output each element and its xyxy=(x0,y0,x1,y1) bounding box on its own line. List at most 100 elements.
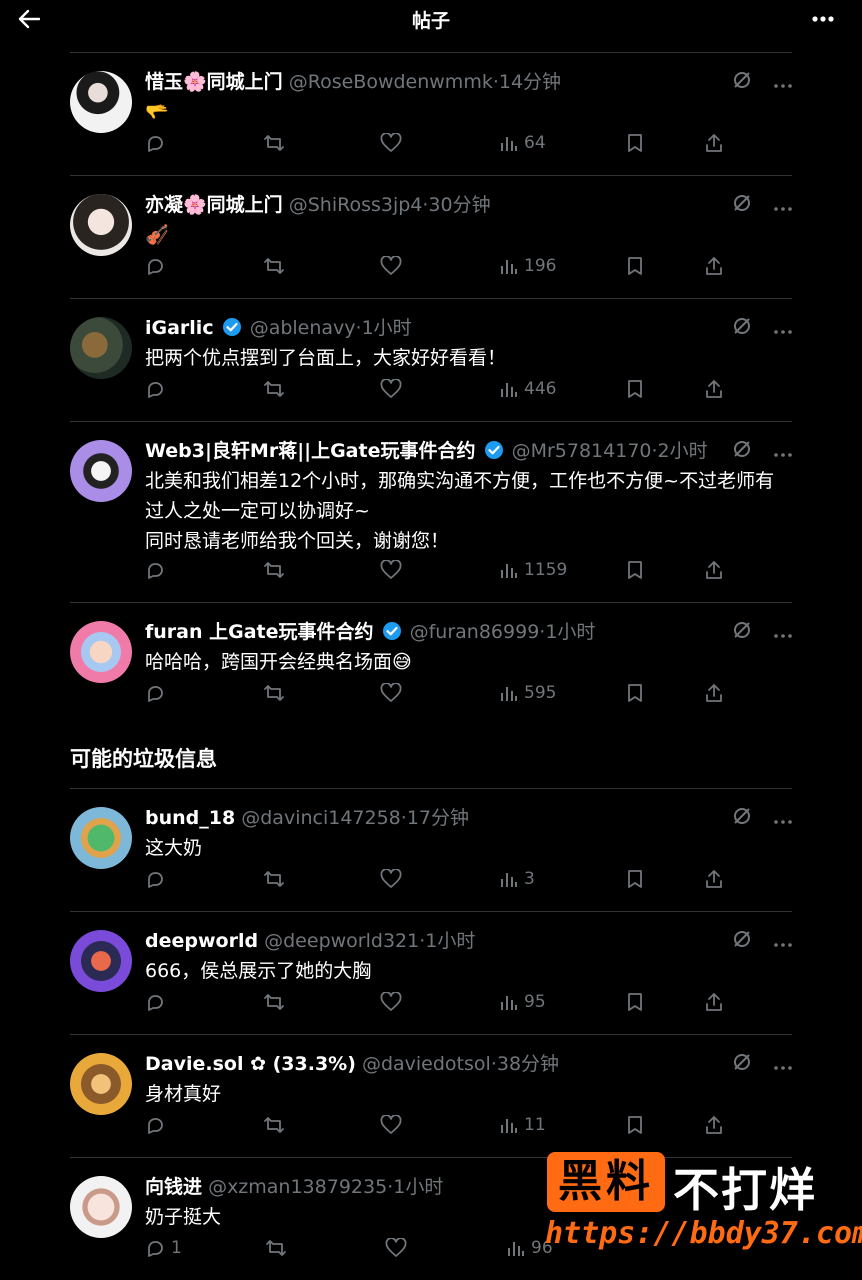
views-button[interactable]: 95 xyxy=(500,992,626,1012)
user-handle[interactable]: @davinci147258 xyxy=(241,807,401,829)
views-button[interactable]: 3 xyxy=(500,869,626,889)
retweet-button[interactable] xyxy=(263,133,381,153)
avatar[interactable] xyxy=(70,1053,132,1115)
like-button[interactable] xyxy=(380,1115,500,1135)
reply-button[interactable] xyxy=(145,379,263,399)
more-icon[interactable] xyxy=(774,196,792,215)
avatar[interactable] xyxy=(70,194,132,256)
grok-icon[interactable] xyxy=(732,70,752,94)
display-name[interactable]: iGarlic xyxy=(145,317,214,339)
grok-icon[interactable] xyxy=(732,193,752,217)
more-icon[interactable] xyxy=(774,932,792,951)
bookmark-button[interactable] xyxy=(626,133,704,153)
display-name[interactable]: Web3|良轩Mr蒋||上Gate玩事件合约 xyxy=(145,440,475,462)
retweet-button[interactable] xyxy=(263,683,381,703)
avatar[interactable] xyxy=(70,317,132,379)
like-button[interactable] xyxy=(385,1238,507,1258)
like-button[interactable] xyxy=(380,683,500,703)
like-button[interactable] xyxy=(380,379,500,399)
share-button[interactable] xyxy=(704,683,724,703)
more-icon[interactable] xyxy=(774,442,792,461)
user-handle[interactable]: @Mr57814170 xyxy=(512,440,652,462)
user-handle[interactable]: @xzman13879235 xyxy=(208,1176,387,1198)
display-name[interactable]: Davie.sol ✿ (33.3%) xyxy=(145,1053,356,1075)
more-icon[interactable] xyxy=(774,623,792,642)
more-icon[interactable] xyxy=(774,1055,792,1074)
reply-button[interactable] xyxy=(145,560,263,580)
display-name[interactable]: bund_18 xyxy=(145,807,235,829)
grok-icon[interactable] xyxy=(732,439,752,463)
grok-icon[interactable] xyxy=(732,806,752,830)
share-button[interactable] xyxy=(704,1115,724,1135)
views-button[interactable]: 1159 xyxy=(500,560,626,580)
display-name[interactable]: deepworld xyxy=(145,930,258,952)
post-item[interactable]: iGarlic @ablenavy·1小时 把两个优点摆到了台面上，大家好好看看… xyxy=(70,299,792,422)
share-button[interactable] xyxy=(704,869,724,889)
reply-button[interactable] xyxy=(145,1115,263,1135)
grok-icon[interactable] xyxy=(732,620,752,644)
avatar[interactable] xyxy=(70,621,132,683)
post-item[interactable]: 亦凝🌸同城上门 @ShiRoss3jp4·30分钟 🎻 196 xyxy=(70,176,792,299)
bookmark-button[interactable] xyxy=(626,683,704,703)
bookmark-button[interactable] xyxy=(626,992,704,1012)
grok-icon[interactable] xyxy=(732,929,752,953)
bookmark-button[interactable] xyxy=(626,869,704,889)
like-button[interactable] xyxy=(380,869,500,889)
more-icon[interactable] xyxy=(808,4,838,34)
share-button[interactable] xyxy=(704,133,724,153)
reply-button[interactable] xyxy=(145,992,263,1012)
retweet-button[interactable] xyxy=(265,1238,385,1258)
reply-button[interactable]: 1 xyxy=(145,1238,265,1258)
share-button[interactable] xyxy=(704,379,724,399)
more-icon[interactable] xyxy=(774,319,792,338)
avatar[interactable] xyxy=(70,440,132,502)
avatar[interactable] xyxy=(70,71,132,133)
retweet-button[interactable] xyxy=(263,256,381,276)
user-handle[interactable]: @ablenavy xyxy=(250,317,356,339)
post-item[interactable]: bund_18 @davinci147258·17分钟 这大奶 3 xyxy=(70,789,792,912)
user-handle[interactable]: @furan86999 xyxy=(410,621,540,643)
post-item[interactable]: furan 上Gate玩事件合约 @furan86999·1小时 哈哈哈，跨国开… xyxy=(70,603,792,725)
user-handle[interactable]: @deepworld321 xyxy=(264,930,419,952)
user-handle[interactable]: @RoseBowdenwmmk xyxy=(289,71,493,93)
share-button[interactable] xyxy=(704,992,724,1012)
avatar[interactable] xyxy=(70,1176,132,1238)
views-button[interactable]: 595 xyxy=(500,683,626,703)
bookmark-button[interactable] xyxy=(626,379,704,399)
retweet-button[interactable] xyxy=(263,379,381,399)
share-button[interactable] xyxy=(704,560,724,580)
display-name[interactable]: furan 上Gate玩事件合约 xyxy=(145,621,374,643)
post-item[interactable]: 惜玉🌸同城上门 @RoseBowdenwmmk·14分钟 🫳 64 xyxy=(70,53,792,176)
grok-icon[interactable] xyxy=(732,316,752,340)
share-button[interactable] xyxy=(704,256,724,276)
retweet-button[interactable] xyxy=(263,1115,381,1135)
views-button[interactable]: 446 xyxy=(500,379,626,399)
reply-button[interactable] xyxy=(145,869,263,889)
views-button[interactable]: 11 xyxy=(500,1115,626,1135)
display-name[interactable]: 惜玉🌸同城上门 xyxy=(145,71,283,93)
more-icon[interactable] xyxy=(774,73,792,92)
like-button[interactable] xyxy=(380,133,500,153)
user-handle[interactable]: @daviedotsol xyxy=(362,1053,491,1075)
views-button[interactable]: 64 xyxy=(500,133,626,153)
like-button[interactable] xyxy=(380,560,500,580)
retweet-button[interactable] xyxy=(263,869,381,889)
like-button[interactable] xyxy=(380,256,500,276)
avatar[interactable] xyxy=(70,807,132,869)
user-handle[interactable]: @ShiRoss3jp4 xyxy=(289,194,423,216)
bookmark-button[interactable] xyxy=(626,560,704,580)
post-item[interactable]: Davie.sol ✿ (33.3%) @daviedotsol·38分钟 身材… xyxy=(70,1035,792,1158)
display-name[interactable]: 向钱进 xyxy=(145,1176,202,1198)
views-button[interactable]: 196 xyxy=(500,256,626,276)
post-item[interactable]: Web3|良轩Mr蒋||上Gate玩事件合约 @Mr57814170·2小时 北… xyxy=(70,422,792,603)
post-item[interactable]: deepworld @deepworld321·1小时 666，侯总展示了她的大… xyxy=(70,912,792,1035)
more-icon[interactable] xyxy=(774,809,792,828)
reply-button[interactable] xyxy=(145,256,263,276)
bookmark-button[interactable] xyxy=(626,256,704,276)
retweet-button[interactable] xyxy=(263,992,381,1012)
display-name[interactable]: 亦凝🌸同城上门 xyxy=(145,194,283,216)
reply-button[interactable] xyxy=(145,133,263,153)
reply-button[interactable] xyxy=(145,683,263,703)
grok-icon[interactable] xyxy=(732,1052,752,1076)
bookmark-button[interactable] xyxy=(626,1115,704,1135)
